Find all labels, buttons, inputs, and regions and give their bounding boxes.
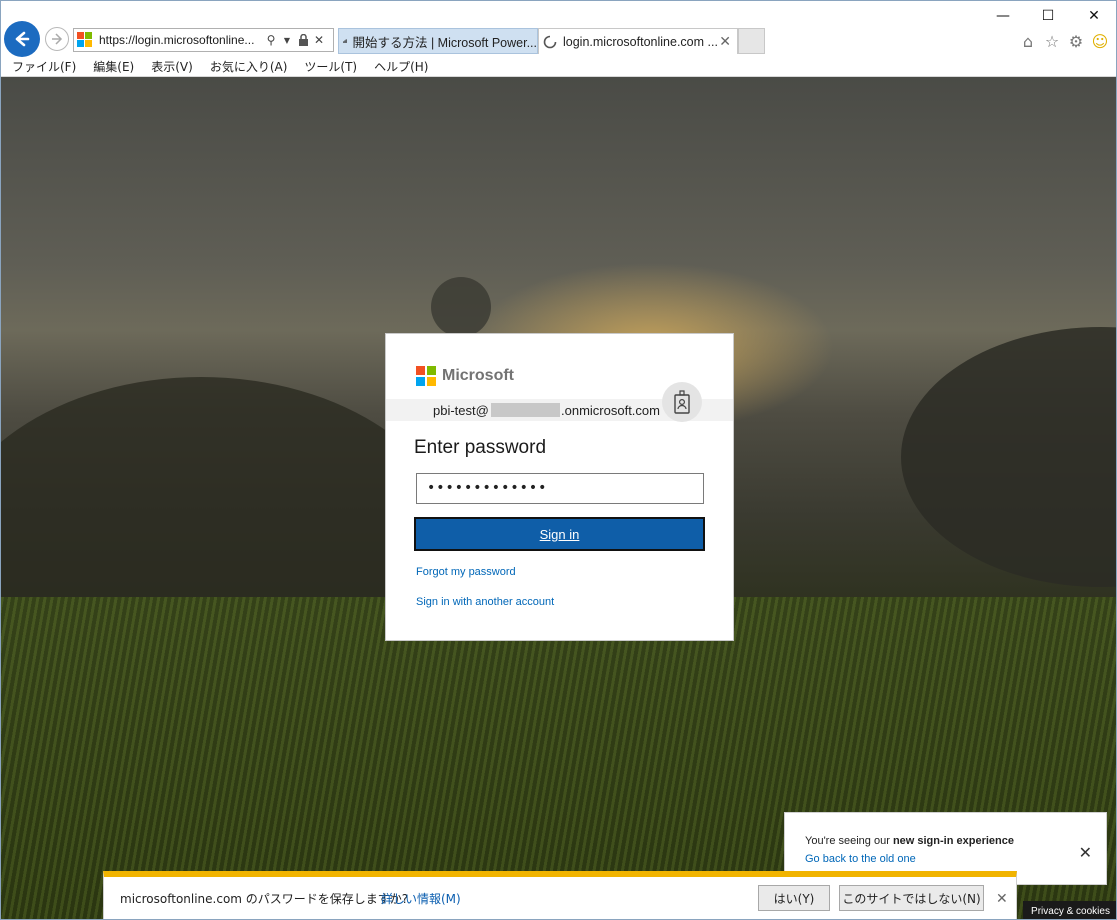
stop-icon[interactable]: ✕ — [311, 32, 327, 48]
password-field[interactable]: ••••••••••••• — [416, 473, 704, 504]
url-text[interactable]: https://login.microsoftonline... — [99, 33, 263, 47]
save-password-notification: microsoftonline.com のパスワードを保存しますか? 詳しい情報… — [103, 871, 1017, 919]
privacy-cookies-link[interactable]: Privacy & cookies — [1023, 901, 1116, 919]
yes-button[interactable]: はい(Y) — [758, 885, 830, 911]
favorites-star-icon[interactable]: ☆ — [1042, 31, 1062, 51]
mountain-shape — [431, 277, 491, 337]
other-account-link[interactable]: Sign in with another account — [416, 596, 554, 608]
toast-text-prefix: You're seeing our — [805, 835, 893, 847]
toast-text: You're seeing our new sign-in experience — [805, 835, 1014, 847]
username-suffix: .onmicrosoft.com — [561, 403, 660, 418]
more-info-link[interactable]: 詳しい情報(M) — [381, 890, 461, 907]
redacted-block — [491, 403, 560, 417]
new-tab-button[interactable] — [738, 28, 765, 54]
close-tab-icon[interactable]: ✕ — [719, 33, 731, 50]
login-page-background: Microsoft pbi-test@ .onmicrosoft.com Ent… — [1, 77, 1116, 919]
old-experience-link[interactable]: Go back to the old one — [805, 853, 916, 865]
power-bi-icon — [343, 39, 348, 43]
login-card: Microsoft pbi-test@ .onmicrosoft.com Ent… — [385, 333, 734, 641]
toast-text-bold: new sign-in experience — [892, 835, 1014, 847]
search-icon[interactable]: ⚲ — [263, 32, 279, 48]
menu-view[interactable]: 表示(V) — [151, 58, 193, 75]
loading-spinner-icon — [543, 35, 557, 48]
arrow-left-icon — [15, 31, 30, 47]
microsoft-logo-icon — [416, 366, 436, 386]
menu-help[interactable]: ヘルプ(H) — [374, 58, 428, 75]
menu-bar: ファイル(F) 編集(E) 表示(V) お気に入り(A) ツール(T) ヘルプ(… — [1, 57, 1116, 77]
lock-icon[interactable] — [295, 32, 311, 48]
close-window-button[interactable]: ✕ — [1077, 6, 1111, 26]
tab-title: 開始する方法 | Microsoft Power... — [352, 35, 537, 50]
back-button[interactable] — [4, 21, 40, 57]
close-notification-icon[interactable]: ✕ — [996, 891, 1008, 907]
microsoft-favicon-icon — [77, 32, 93, 48]
mountain-shape — [901, 327, 1116, 587]
tab-login[interactable]: login.microsoftonline.com ... ✕ — [538, 28, 738, 54]
menu-tools[interactable]: ツール(T) — [304, 58, 357, 75]
brand-name: Microsoft — [442, 367, 514, 384]
gear-icon[interactable]: ⚙ — [1066, 31, 1086, 51]
close-toast-icon[interactable]: ✕ — [1079, 843, 1092, 862]
forgot-password-link[interactable]: Forgot my password — [416, 566, 516, 578]
title-bar: https://login.microsoftonline... ⚲ ▼ ✕ 開… — [1, 1, 1116, 57]
menu-edit[interactable]: 編集(E) — [93, 58, 134, 75]
menu-favorites[interactable]: お気に入り(A) — [210, 58, 288, 75]
tab-title: login.microsoftonline.com ... — [563, 34, 718, 49]
browser-window: https://login.microsoftonline... ⚲ ▼ ✕ 開… — [0, 0, 1117, 920]
username-prefix: pbi-test@ — [433, 403, 489, 418]
menu-file[interactable]: ファイル(F) — [12, 58, 76, 75]
page-title: Enter password — [414, 437, 547, 458]
id-badge-icon — [674, 390, 690, 414]
forward-button[interactable] — [45, 27, 69, 51]
dropdown-icon[interactable]: ▼ — [279, 32, 295, 48]
microsoft-logo: Microsoft — [416, 366, 514, 386]
tab-power-bi[interactable]: 開始する方法 | Microsoft Power... — [338, 28, 538, 54]
arrow-right-icon — [52, 33, 63, 45]
address-bar[interactable]: https://login.microsoftonline... ⚲ ▼ ✕ — [73, 28, 334, 52]
home-icon[interactable]: ⌂ — [1018, 31, 1038, 51]
work-account-badge — [662, 382, 702, 422]
never-for-site-button[interactable]: このサイトではしない(N) — [839, 885, 984, 911]
feedback-smiley-icon[interactable]: ☺ — [1090, 31, 1110, 51]
maximize-button[interactable]: ☐ — [1031, 6, 1065, 26]
sign-in-button[interactable]: Sign in — [414, 517, 705, 551]
minimize-button[interactable]: — — [986, 6, 1020, 26]
notification-message: microsoftonline.com のパスワードを保存しますか? — [120, 892, 409, 906]
